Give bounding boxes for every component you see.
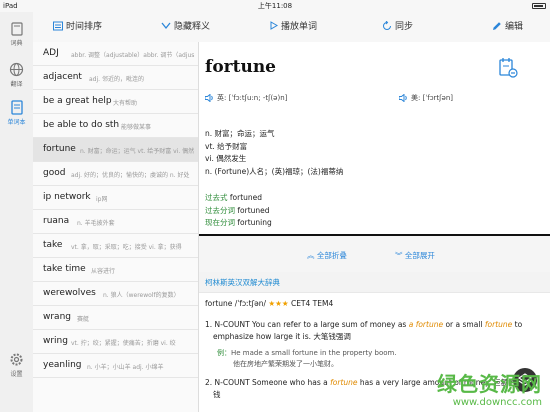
list-item[interactable]: good adj. 好的；优良的；愉快的；虔诚的 n. 好处 [33,162,198,186]
list-item[interactable]: ruana n. 羊毛披外套 [33,210,198,234]
list-item[interactable]: adjacent adj. 邻近的，毗连的 [33,66,198,90]
add-to-wordbook-icon[interactable] [498,57,518,79]
toolbar: 时间排序 隐藏释义 播放单词 同步 编辑 [33,12,550,43]
list-item[interactable]: take time 从容进行 [33,258,198,282]
word-forms: 过去式 fortuned 过去分词 fortuned 现在分词 fortunin… [205,193,272,227]
globe-icon [9,62,24,77]
sidebar-item-settings[interactable]: 设置 [0,352,33,378]
notebook-icon [10,100,23,115]
sidebar-item-translate[interactable]: 翻译 [0,62,33,88]
speaker-icon [205,94,213,102]
sidebar-item-label: 设置 [10,371,23,378]
list-item[interactable]: wring vt. 拧；绞；紧握；使痛苦；折磨 vi. 绞 [33,330,198,354]
clock: 上午11:08 [257,2,293,10]
sidebar: 词典 翻译 单词本 设置 [0,12,34,412]
example-1: 例：He made a small fortune in the propert… [217,349,397,368]
list-item[interactable]: ADJ abbr. 调整（adjustable）abbr. 调节（adjus [33,42,198,66]
status-bar: iPad 上午11:08 [0,0,550,12]
sort-icon [53,21,63,30]
list-item[interactable]: ip network ip网 [33,186,198,210]
sense-1: 1. N-COUNT You can refer to a large sum … [205,320,523,341]
sync-button[interactable]: 同步 [382,19,413,32]
word-list: ADJ abbr. 调整（adjustable）abbr. 调节（adjus ad… [33,42,198,412]
play-icon [270,21,278,30]
fold-controls: ︽ 全部折叠 ︾ 全部展开 [199,236,550,272]
fold-all-button[interactable]: ︽ 全部折叠 [307,250,347,261]
edit-button[interactable]: 编辑 [492,19,523,32]
sidebar-item-label: 翻译 [10,81,23,88]
sidebar-item-wordbook[interactable]: 单词本 [0,100,33,126]
headword: fortune [205,57,276,77]
pencil-icon [493,21,501,30]
expand-all-button[interactable]: ︾ 全部展开 [395,250,435,261]
list-item[interactable]: wrang 赛艇 [33,306,198,330]
double-chevron-up-icon: ︽ [307,251,315,260]
list-item[interactable]: be able to do sth 能够做某事 [33,114,198,138]
collins-headword: fortune /ˈfɔːtʃən/ ★★★ CET4 TEM4 [205,299,334,308]
list-item[interactable]: werewolves n. 狼人（werewolf的复数） [33,282,198,306]
list-item[interactable]: take vt. 拿，取；采取；吃；接受 vi. 拿；获得 [33,234,198,258]
battery-icon [532,3,546,9]
list-item[interactable]: yeanling n. 小羊；小山羊 adj. 小绵羊 [33,354,198,378]
sort-by-time-button[interactable]: 时间排序 [53,19,102,32]
list-item[interactable]: be a great help 大有帮助 [33,90,198,114]
speaker-icon [399,94,407,102]
sidebar-item-dictionary[interactable]: 词典 [0,22,33,47]
book-icon [10,22,23,36]
us-pronunciation[interactable]: 美: [ˈfɔrtʃən] [399,93,453,103]
sidebar-item-label: 单词本 [7,119,26,126]
sidebar-item-label: 词典 [10,40,23,47]
sync-icon [383,20,391,30]
gear-icon [10,353,23,366]
chevron-down-icon [161,22,171,29]
uk-pronunciation[interactable]: 英: [ˈfɔ:tʃu:n; -tʃ(ə)n] [205,93,287,103]
list-item-selected[interactable]: fortune n. 财富；命运；运气 vt. 给予财富 vi. 偶然 [33,138,198,162]
play-words-button[interactable]: 播放单词 [270,19,317,32]
level-tags: CET4 TEM4 [290,299,334,308]
star-rating: ★★★ [268,299,289,308]
entry-panel: fortune 英: [ˈfɔ:tʃu:n; -tʃ(ə)n] 美: [ˈfɔr… [198,42,550,412]
dictionary-section-header[interactable]: 柯林斯英汉双解大辞典 [199,272,550,293]
watermark: 绿色资源网 www.downcc.com [437,372,542,408]
basic-definitions: n. 财富；命运；运气 vt. 给予财富 vi. 偶然发生 n. (Fortun… [205,129,344,176]
hide-definitions-button[interactable]: 隐藏释义 [161,19,210,32]
double-chevron-down-icon: ︾ [395,251,403,260]
